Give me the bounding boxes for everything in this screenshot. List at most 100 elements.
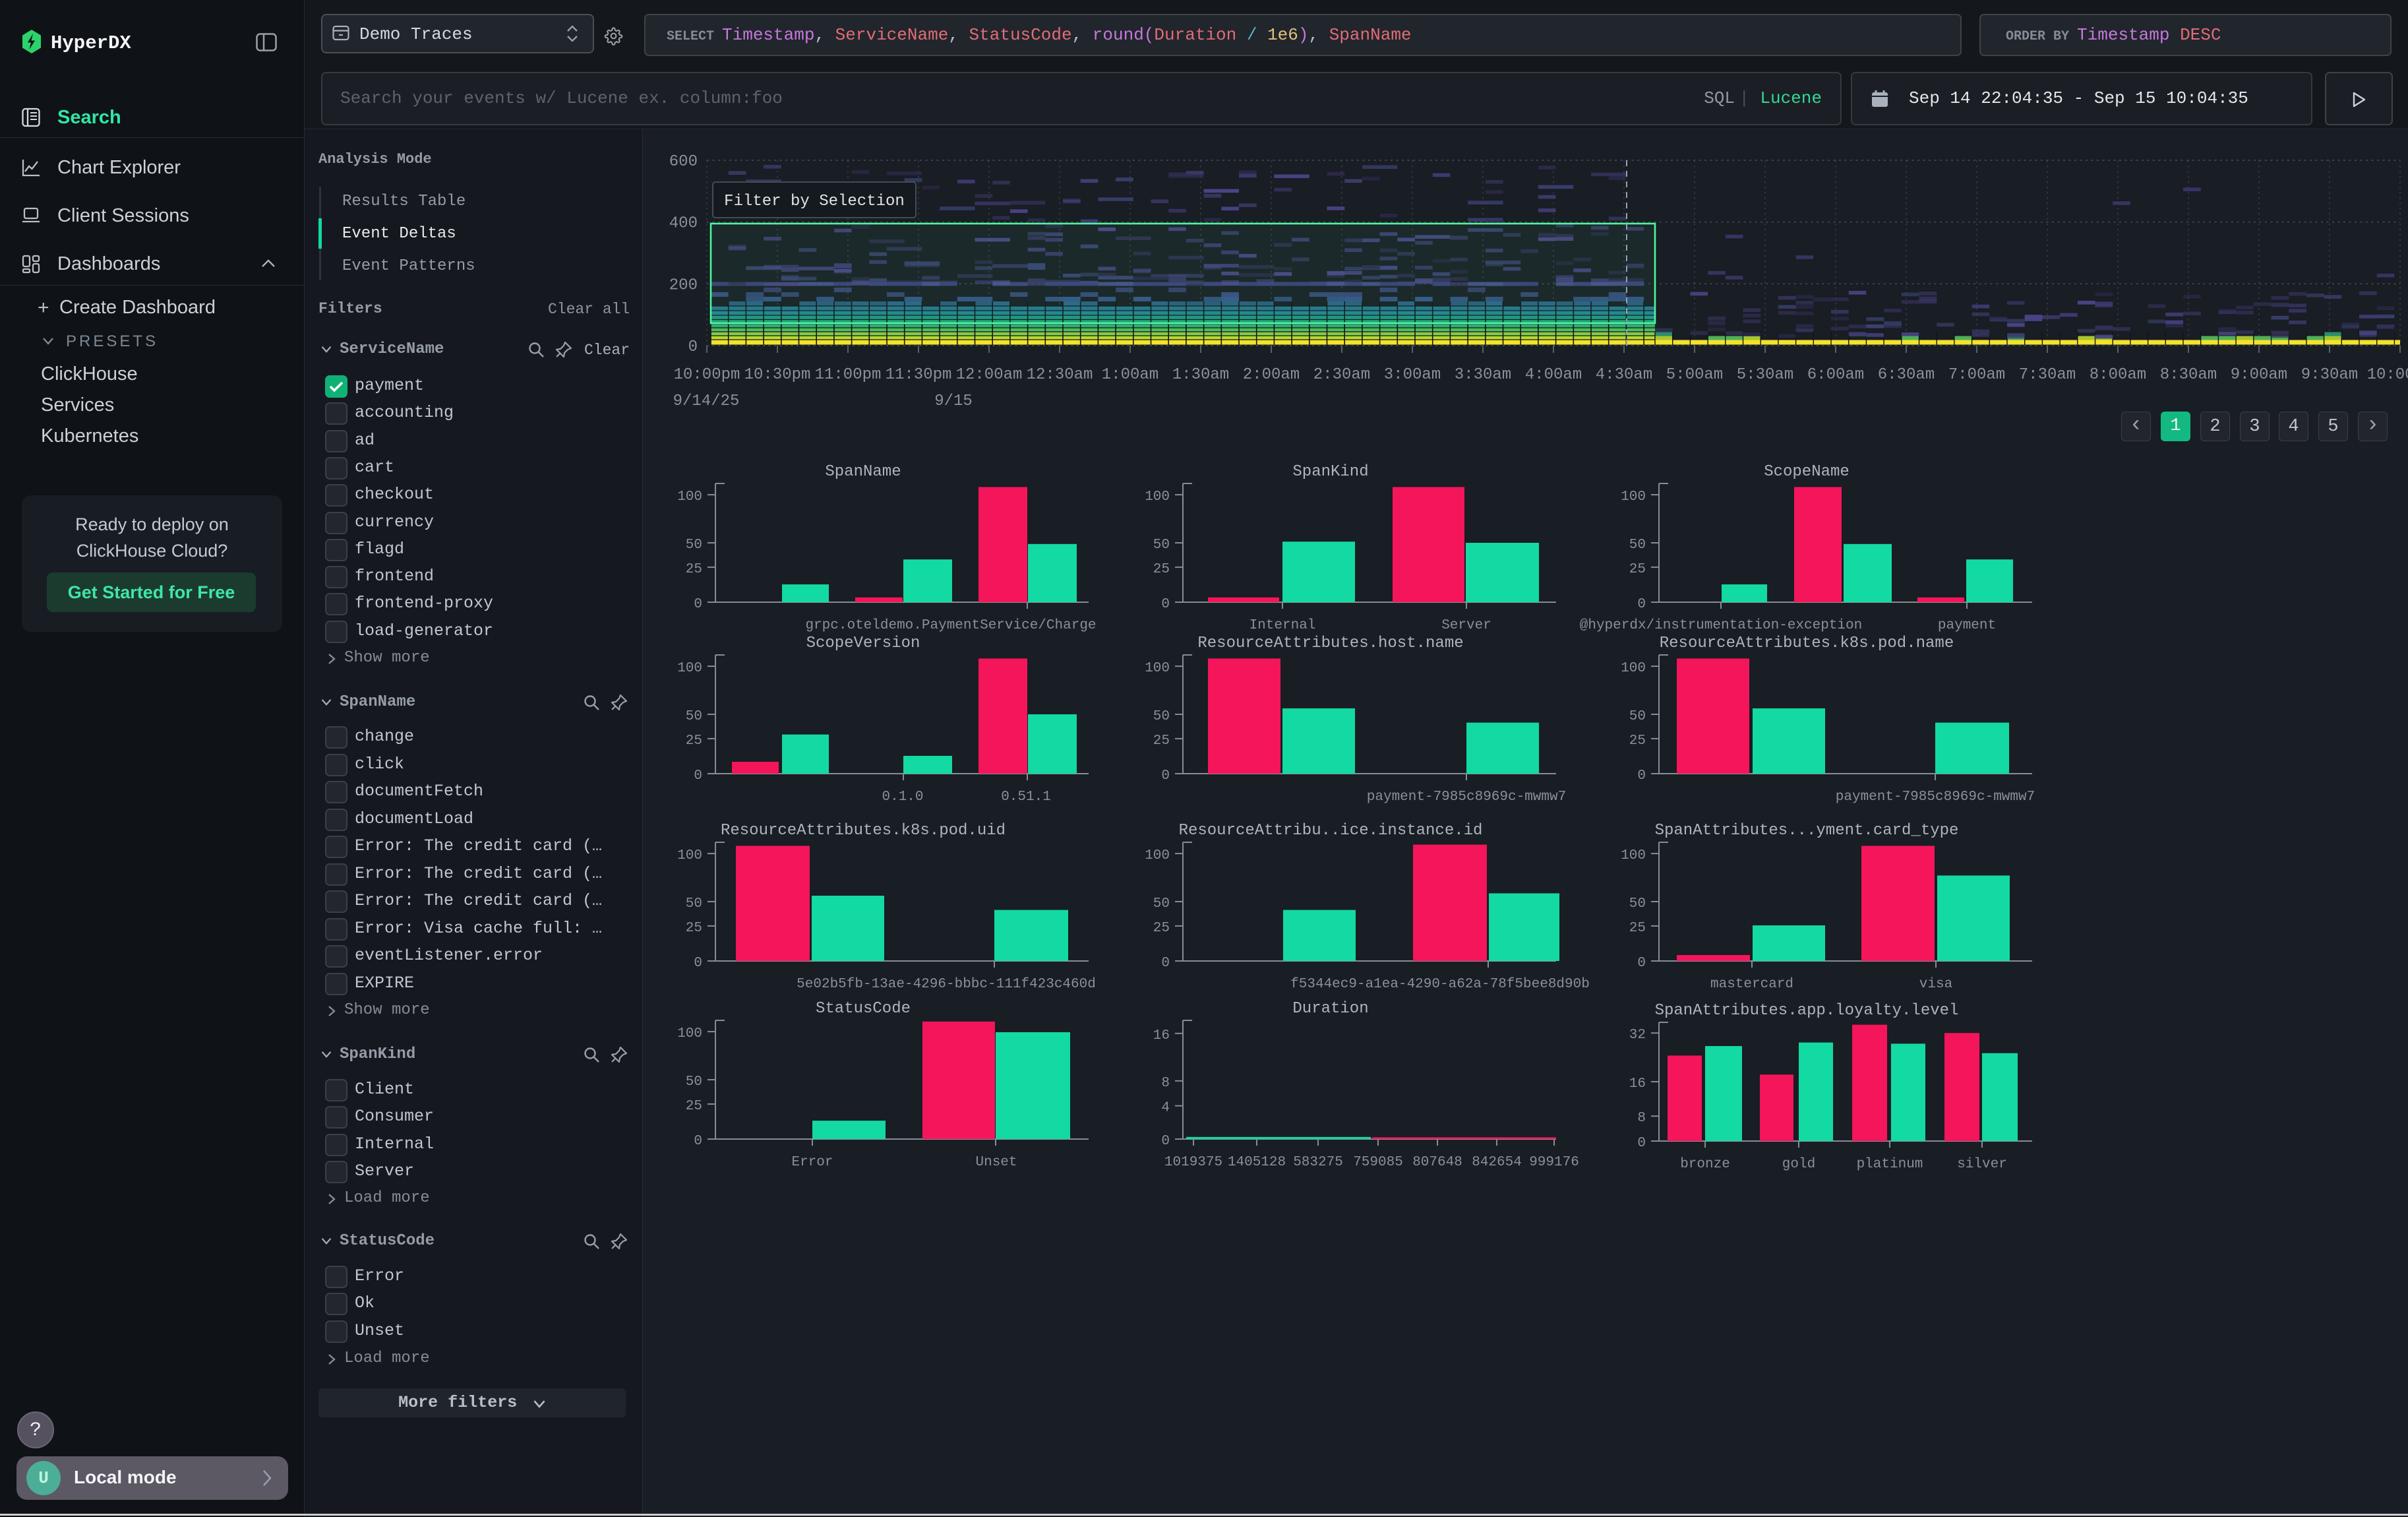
svg-text:0: 0: [694, 1134, 702, 1149]
svg-text:2:00am: 2:00am: [1243, 366, 1300, 384]
svg-text:5e02b5fb-13ae-4296-bbbc-111f42: 5e02b5fb-13ae-4296-bbbc-111f423c460d: [797, 977, 1096, 992]
svg-text:50: 50: [1629, 538, 1646, 553]
svg-text:7:30am: 7:30am: [2019, 366, 2076, 384]
svg-text:11:30pm: 11:30pm: [886, 366, 952, 384]
svg-text:1:30am: 1:30am: [1172, 366, 1229, 384]
svg-text:25: 25: [1153, 921, 1170, 936]
svg-text:SpanAttributes...yment.card_ty: SpanAttributes...yment.card_type: [1655, 822, 1959, 840]
svg-text:100: 100: [677, 489, 702, 505]
svg-text:@hyperdx/instrumentation-excep: @hyperdx/instrumentation-exception: [1580, 618, 1862, 633]
svg-text:ResourceAttributes.host.name: ResourceAttributes.host.name: [1197, 635, 1463, 652]
svg-text:50: 50: [686, 538, 702, 553]
svg-text:0: 0: [1637, 597, 1646, 612]
svg-text:100: 100: [1621, 661, 1646, 676]
svg-text:100: 100: [1145, 489, 1170, 505]
svg-text:0: 0: [1161, 956, 1170, 971]
svg-text:ResourceAttributes.k8s.pod.nam: ResourceAttributes.k8s.pod.name: [1660, 635, 1954, 652]
svg-text:3:30am: 3:30am: [1455, 366, 1511, 384]
svg-text:50: 50: [686, 896, 702, 912]
svg-text:0: 0: [1637, 956, 1646, 971]
svg-text:9:00am: 9:00am: [2231, 366, 2287, 384]
svg-text:0: 0: [1637, 1136, 1646, 1151]
svg-text:3:00am: 3:00am: [1384, 366, 1441, 384]
svg-text:ScopeVersion: ScopeVersion: [806, 635, 920, 652]
svg-text:7:00am: 7:00am: [1948, 366, 2005, 384]
svg-text:0: 0: [1637, 768, 1646, 784]
svg-text:Server: Server: [1441, 618, 1491, 633]
svg-text:StatusCode: StatusCode: [816, 1000, 911, 1018]
svg-text:ResourceAttribu..ice.instance.: ResourceAttribu..ice.instance.id: [1179, 822, 1483, 840]
svg-text:6:00am: 6:00am: [1807, 366, 1864, 384]
svg-text:11:00pm: 11:00pm: [815, 366, 882, 384]
svg-text:SpanAttributes.app.loyalty.lev: SpanAttributes.app.loyalty.level: [1655, 1002, 1959, 1020]
svg-text:100: 100: [677, 661, 702, 676]
svg-text:12:30am: 12:30am: [1027, 366, 1093, 384]
svg-text:8: 8: [1637, 1111, 1646, 1126]
svg-text:25: 25: [1629, 562, 1646, 577]
svg-text:2:30am: 2:30am: [1313, 366, 1370, 384]
svg-text:25: 25: [1629, 921, 1646, 936]
svg-text:32: 32: [1629, 1028, 1646, 1043]
svg-text:50: 50: [1153, 896, 1170, 912]
svg-text:1:00am: 1:00am: [1102, 366, 1159, 384]
svg-text:grpc.oteldemo.PaymentService/C: grpc.oteldemo.PaymentService/Charge: [805, 618, 1096, 633]
svg-text:50: 50: [686, 1074, 702, 1090]
svg-text:10:00pm: 10:00pm: [674, 366, 740, 384]
svg-text:9/14/25: 9/14/25: [673, 392, 740, 410]
svg-text:mastercard: mastercard: [1710, 977, 1793, 992]
svg-text:0: 0: [1161, 597, 1170, 612]
svg-text:16: 16: [1629, 1076, 1646, 1092]
svg-text:Internal: Internal: [1249, 618, 1316, 633]
svg-text:8:00am: 8:00am: [2090, 366, 2146, 384]
svg-text:Error: Error: [791, 1155, 833, 1170]
svg-text:bronze: bronze: [1680, 1157, 1730, 1172]
svg-text:0: 0: [694, 956, 702, 971]
svg-text:0: 0: [688, 338, 698, 356]
svg-text:50: 50: [686, 709, 702, 724]
svg-text:visa: visa: [1919, 977, 1952, 992]
svg-text:5:30am: 5:30am: [1737, 366, 1793, 384]
svg-text:4:30am: 4:30am: [1596, 366, 1652, 384]
svg-text:807648: 807648: [1412, 1155, 1462, 1170]
svg-text:0.1.0: 0.1.0: [882, 789, 923, 805]
svg-text:SpanName: SpanName: [825, 463, 901, 481]
svg-text:1019375: 1019375: [1164, 1155, 1222, 1170]
svg-text:8: 8: [1161, 1076, 1170, 1091]
svg-text:0: 0: [1161, 768, 1170, 784]
svg-text:f5344ec9-a1ea-4290-a62a-78f5be: f5344ec9-a1ea-4290-a62a-78f5bee8d90b: [1290, 977, 1590, 992]
svg-text:25: 25: [686, 1099, 702, 1114]
svg-text:25: 25: [686, 562, 702, 577]
svg-text:4: 4: [1161, 1101, 1170, 1116]
svg-text:1405128: 1405128: [1228, 1155, 1286, 1170]
svg-text:8:30am: 8:30am: [2160, 366, 2217, 384]
svg-text:50: 50: [1153, 538, 1170, 553]
svg-text:0: 0: [694, 768, 702, 784]
svg-text:16: 16: [1153, 1028, 1170, 1043]
svg-text:gold: gold: [1782, 1157, 1815, 1172]
svg-text:100: 100: [1145, 848, 1170, 863]
svg-text:4:00am: 4:00am: [1525, 366, 1582, 384]
svg-text:12:00am: 12:00am: [956, 366, 1023, 384]
svg-text:100: 100: [1621, 848, 1646, 863]
svg-text:25: 25: [1629, 733, 1646, 749]
svg-text:9:30am: 9:30am: [2301, 366, 2358, 384]
svg-text:9/15: 9/15: [934, 392, 973, 410]
svg-text:SpanKind: SpanKind: [1292, 463, 1368, 481]
svg-text:ScopeName: ScopeName: [1764, 463, 1850, 481]
svg-text:5:00am: 5:00am: [1666, 366, 1723, 384]
svg-text:50: 50: [1153, 709, 1170, 724]
svg-text:200: 200: [669, 276, 698, 294]
svg-text:999176: 999176: [1529, 1155, 1579, 1170]
svg-text:25: 25: [686, 733, 702, 749]
svg-text:0.51.1: 0.51.1: [1001, 789, 1051, 805]
svg-text:25: 25: [686, 921, 702, 936]
svg-text:10:00am: 10:00am: [2367, 366, 2408, 384]
svg-text:0: 0: [1161, 1134, 1170, 1149]
svg-text:Unset: Unset: [975, 1155, 1017, 1170]
svg-text:payment-7985c8969c-mwmw7: payment-7985c8969c-mwmw7: [1836, 789, 2035, 805]
svg-text:100: 100: [1145, 661, 1170, 676]
svg-text:50: 50: [1629, 709, 1646, 724]
svg-text:100: 100: [677, 1026, 702, 1041]
svg-text:50: 50: [1629, 896, 1646, 912]
svg-text:silver: silver: [1957, 1157, 2007, 1172]
